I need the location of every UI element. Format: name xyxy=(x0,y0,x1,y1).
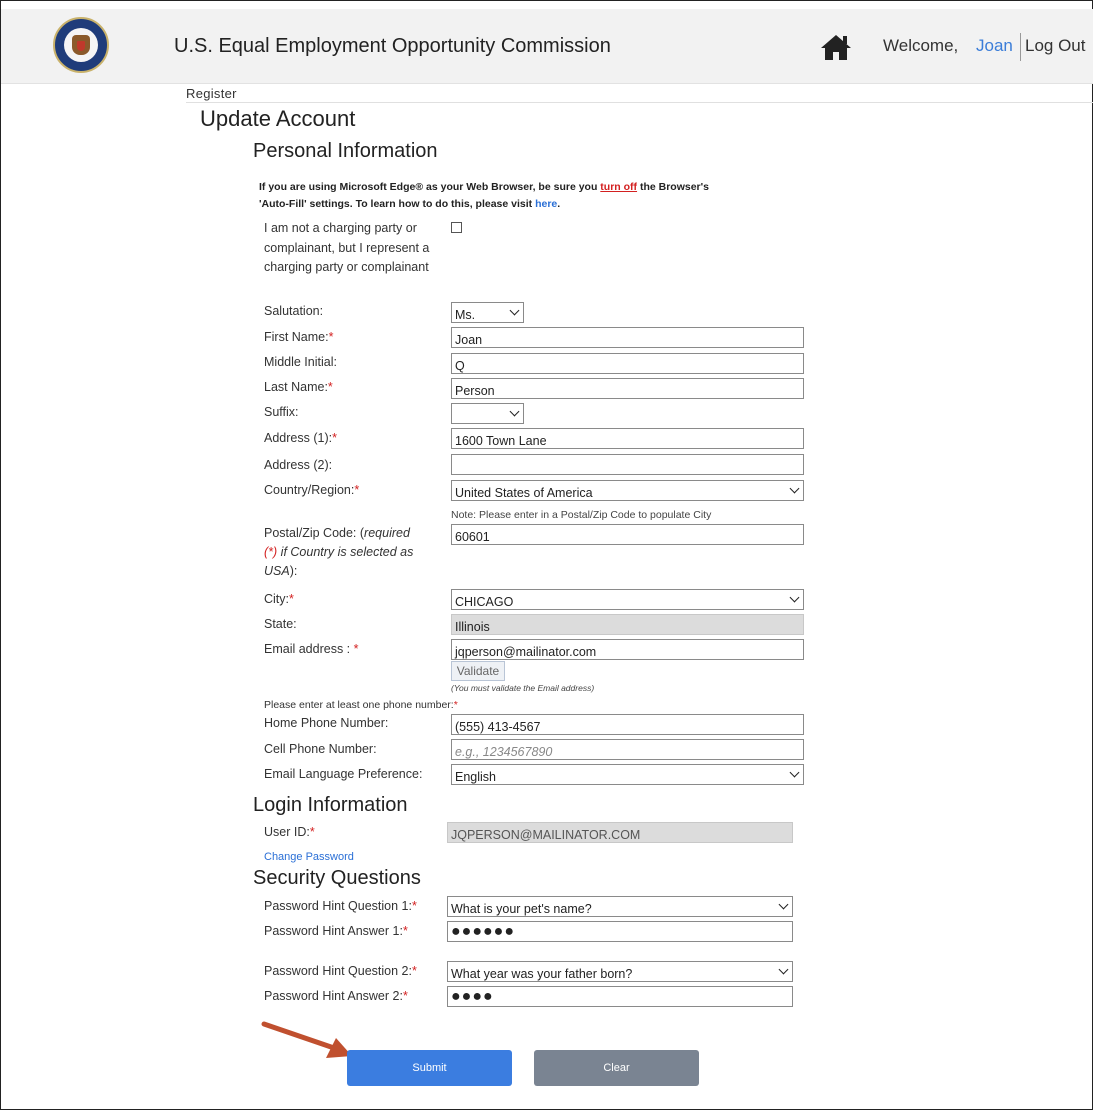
postal-note: Note: Please enter in a Postal/Zip Code … xyxy=(451,509,712,521)
here-link[interactable]: here xyxy=(535,198,557,210)
middle-initial-field[interactable]: Q xyxy=(451,353,804,374)
postal-field[interactable]: 60601 xyxy=(451,524,804,545)
user-id-label: User ID:* xyxy=(264,825,315,839)
home-phone-label: Home Phone Number: xyxy=(264,716,389,730)
chevron-down-icon xyxy=(789,483,800,494)
country-label: Country/Region:* xyxy=(264,483,360,497)
first-name-field[interactable]: Joan xyxy=(451,327,804,348)
cell-phone-label: Cell Phone Number: xyxy=(264,742,377,756)
hint-question-2-label: Password Hint Question 2:* xyxy=(264,964,417,978)
phone-note: Please enter at least one phone number:* xyxy=(264,699,458,711)
site-title: U.S. Equal Employment Opportunity Commis… xyxy=(174,35,611,57)
chevron-down-icon xyxy=(509,305,520,316)
breadcrumb-divider xyxy=(186,102,1093,103)
address2-label: Address (2): xyxy=(264,458,333,472)
hint-answer-2-label: Password Hint Answer 2:* xyxy=(264,989,408,1003)
chevron-down-icon xyxy=(789,767,800,778)
salutation-label: Salutation: xyxy=(264,304,324,318)
hint-question-1-label: Password Hint Question 1:* xyxy=(264,899,417,913)
submit-button[interactable]: Submit xyxy=(347,1050,512,1086)
home-icon[interactable] xyxy=(819,33,853,61)
hint-question-1-select[interactable]: What is your pet's name? xyxy=(447,896,793,917)
address1-label: Address (1):* xyxy=(264,431,337,445)
state-label: State: xyxy=(264,617,297,631)
city-select[interactable]: CHICAGO xyxy=(451,589,804,610)
address1-field[interactable]: 1600 Town Lane xyxy=(451,428,804,449)
chevron-down-icon xyxy=(778,964,789,975)
country-select[interactable]: United States of America xyxy=(451,480,804,501)
email-field[interactable]: jqperson@mailinator.com xyxy=(451,639,804,660)
hint-answer-1-label: Password Hint Answer 1:* xyxy=(264,924,408,938)
suffix-select[interactable] xyxy=(451,403,524,424)
page-frame xyxy=(0,0,1093,1110)
page-title: Update Account xyxy=(200,106,356,131)
welcome-text: Welcome, xyxy=(883,36,959,55)
middle-initial-label: Middle Initial: xyxy=(264,355,337,369)
user-id-field: JQPERSON@MAILINATOR.COM xyxy=(447,822,793,843)
represent-label: I am not a charging party or complainant… xyxy=(264,221,430,274)
city-label: City:* xyxy=(264,592,294,606)
last-name-label: Last Name:* xyxy=(264,380,333,394)
postal-label: Postal/Zip Code: (required (*) if Country… xyxy=(264,526,414,578)
clear-button[interactable]: Clear xyxy=(534,1050,699,1086)
cell-phone-field[interactable]: e.g., 1234567890 xyxy=(451,739,804,760)
first-name-label: First Name:* xyxy=(264,330,334,344)
eeoc-seal-logo xyxy=(53,17,109,73)
validate-button[interactable]: Validate xyxy=(451,661,505,681)
validate-note: (You must validate the Email address) xyxy=(451,683,595,693)
user-name-link[interactable]: Joan xyxy=(976,36,1013,56)
home-phone-field[interactable]: (555) 413-4567 xyxy=(451,714,804,735)
hint-answer-2-field[interactable]: ●●●● xyxy=(447,986,793,1007)
change-password-link[interactable]: Change Password xyxy=(264,851,354,863)
hint-question-2-select[interactable]: What year was your father born? xyxy=(447,961,793,982)
personal-information-heading: Personal Information xyxy=(253,140,438,162)
chevron-down-icon xyxy=(789,592,800,603)
breadcrumb[interactable]: Register xyxy=(186,86,237,101)
address2-field[interactable] xyxy=(451,454,804,475)
turn-off-link[interactable]: turn off xyxy=(600,181,637,193)
chevron-down-icon xyxy=(509,406,520,417)
language-select[interactable]: English xyxy=(451,764,804,785)
email-label: Email address : * xyxy=(264,642,359,656)
last-name-field[interactable]: Person xyxy=(451,378,804,399)
header-divider xyxy=(1020,33,1021,61)
salutation-select[interactable]: Ms. xyxy=(451,302,524,323)
hint-answer-1-field[interactable]: ●●●●●● xyxy=(447,921,793,942)
language-label: Email Language Preference: xyxy=(264,767,423,781)
represent-checkbox[interactable] xyxy=(451,222,462,233)
logout-link[interactable]: Log Out xyxy=(1025,36,1086,56)
suffix-label: Suffix: xyxy=(264,405,299,419)
edge-autofill-notice: If you are using Microsoft Edge® as your… xyxy=(259,181,709,210)
security-questions-heading: Security Questions xyxy=(253,867,421,889)
chevron-down-icon xyxy=(778,899,789,910)
login-information-heading: Login Information xyxy=(253,794,408,816)
state-field: Illinois xyxy=(451,614,804,635)
site-header: U.S. Equal Employment Opportunity Commis… xyxy=(1,9,1093,84)
